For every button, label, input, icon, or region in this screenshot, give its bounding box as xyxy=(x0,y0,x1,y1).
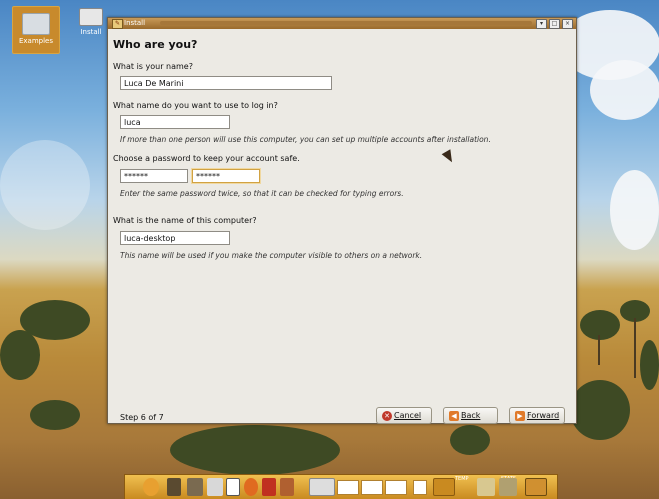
cloud xyxy=(610,170,659,250)
titlebar-groove xyxy=(160,21,532,25)
media-icon[interactable] xyxy=(262,478,276,496)
trash-icon[interactable] xyxy=(525,478,547,496)
install-label: Install xyxy=(80,28,102,36)
cancel-icon: ✕ xyxy=(382,410,392,421)
step-indicator: Step 6 of 7 xyxy=(120,413,164,422)
back-button[interactable]: ◀ Back xyxy=(443,407,498,424)
window-title: Install xyxy=(124,19,146,27)
password-hint: Enter the same password twice, so that i… xyxy=(120,189,404,198)
folder-icon xyxy=(22,13,50,35)
examples-desktop-icon[interactable]: Examples xyxy=(12,6,60,54)
arrow-right-icon: ▶ xyxy=(515,410,525,421)
workspace-3[interactable] xyxy=(385,480,407,495)
username-field[interactable]: luca xyxy=(120,115,230,129)
page-heading: Who are you? xyxy=(113,38,198,51)
settings-icon[interactable] xyxy=(280,478,294,496)
arrow-left-icon: ◀ xyxy=(449,410,459,421)
computer-name-label: What is the name of this computer? xyxy=(113,216,257,225)
temp-monitor-icon[interactable] xyxy=(433,478,455,496)
computer-name-field[interactable]: luca-desktop xyxy=(120,231,230,245)
password-field[interactable]: ****** xyxy=(120,169,188,183)
terminal-icon[interactable] xyxy=(167,478,181,496)
tree xyxy=(30,400,80,430)
tree xyxy=(580,310,620,340)
examples-label: Examples xyxy=(18,37,53,45)
window-titlebar[interactable]: ✎ Install ▾ □ × xyxy=(108,18,576,29)
tools-icon[interactable] xyxy=(187,478,203,496)
browser-icon[interactable] xyxy=(244,478,258,496)
password-confirm-field[interactable]: ****** xyxy=(192,169,260,183)
menu-sun-icon[interactable] xyxy=(143,478,159,496)
password-label: Choose a password to keep your account s… xyxy=(113,154,300,163)
cancel-button[interactable]: ✕ Cancel xyxy=(376,407,432,424)
close-button[interactable]: × xyxy=(562,19,573,29)
login-hint: If more than one person will use this co… xyxy=(120,135,491,144)
forward-button[interactable]: ▶ Forward xyxy=(509,407,565,424)
app-icon: ✎ xyxy=(112,19,123,29)
cloud xyxy=(0,140,90,230)
tree xyxy=(640,340,659,390)
task-button-install[interactable] xyxy=(309,478,335,496)
tree-trunk xyxy=(634,318,636,378)
install-window: ✎ Install ▾ □ × Who are you? What is you… xyxy=(107,17,577,424)
tree xyxy=(450,425,490,455)
forward-label: Forward xyxy=(527,411,560,420)
taskbar: TEMP STATS xyxy=(124,474,558,499)
tree-trunk xyxy=(598,335,600,365)
window-content: Who are you? What is your name? Luca De … xyxy=(108,29,576,424)
back-label: Back xyxy=(461,411,481,420)
installer-icon xyxy=(79,8,103,26)
disk-monitor-icon[interactable] xyxy=(477,478,495,496)
tree xyxy=(0,330,40,380)
workspace-1[interactable] xyxy=(337,480,359,495)
full-name-field[interactable]: Luca De Marini xyxy=(120,76,332,90)
drive-icon[interactable] xyxy=(207,478,223,496)
cloud xyxy=(590,60,659,120)
volume-icon[interactable] xyxy=(499,478,517,496)
workspace-2[interactable] xyxy=(361,480,383,495)
maximize-button[interactable]: □ xyxy=(549,19,560,29)
cancel-label: Cancel xyxy=(394,411,422,420)
tree xyxy=(170,425,340,475)
workspace-4[interactable] xyxy=(413,480,427,495)
minimize-button[interactable]: ▾ xyxy=(536,19,547,29)
install-desktop-icon[interactable]: Install xyxy=(76,6,106,36)
name-label: What is your name? xyxy=(113,62,193,71)
temp-label: TEMP xyxy=(455,476,469,482)
login-label: What name do you want to use to log in? xyxy=(113,101,278,110)
window-icon[interactable] xyxy=(226,478,240,496)
computer-name-hint: This name will be used if you make the c… xyxy=(120,251,423,260)
tree xyxy=(570,380,630,440)
